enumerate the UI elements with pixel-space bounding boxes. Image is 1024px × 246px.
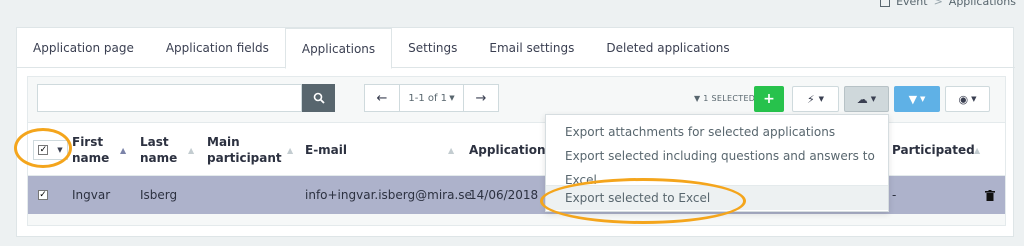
column-first-name-label: First name	[72, 135, 110, 165]
cell-email: info+ingvar.isberg@mira.se	[305, 188, 472, 202]
add-application-button[interactable]: +	[754, 86, 784, 112]
caret-down-icon: ▼	[57, 146, 63, 154]
arrow-right-icon: →	[475, 90, 487, 106]
caret-down-icon: ▼	[870, 95, 877, 103]
filter-button[interactable]: ▼ ▼	[894, 86, 940, 112]
search-input[interactable]	[37, 84, 302, 112]
delete-row-button[interactable]	[985, 176, 995, 214]
column-last-name-label: Last name	[140, 135, 178, 165]
column-participated[interactable]: Participated ▲	[892, 123, 982, 177]
tab-application-fields[interactable]: Application fields	[150, 28, 285, 69]
plus-icon: +	[763, 91, 775, 107]
checkbox-checked-icon: ✓	[38, 145, 49, 155]
select-all-checkbox[interactable]: ✓ ▼	[33, 140, 68, 160]
tab-bar: Application page Application fields Appl…	[17, 28, 1015, 69]
checkbox-checked-icon: ✓	[38, 190, 48, 200]
column-main-participant[interactable]: Main participant ▲	[207, 123, 297, 177]
filter-icon: ▼	[908, 92, 918, 106]
search-icon	[313, 92, 325, 104]
pagination: ← 1-1 of 1 ▼ →	[364, 84, 499, 112]
export-to-excel-item[interactable]: Export selected to Excel	[546, 186, 888, 210]
breadcrumb-event[interactable]: Event	[896, 0, 928, 8]
export-with-questions-item[interactable]: Export selected including questions and …	[546, 144, 888, 187]
filter-small-icon: ▼	[694, 94, 701, 103]
export-attachments-item[interactable]: Export attachments for selected applicat…	[546, 120, 888, 144]
column-last-name[interactable]: Last name ▲︎	[140, 123, 198, 177]
breadcrumb-separator: >	[933, 0, 943, 8]
eye-icon: ◉	[958, 92, 969, 106]
cell-participated: -	[892, 188, 897, 202]
trash-icon	[985, 189, 995, 201]
columns-visibility-button[interactable]: ◉ ▼	[945, 86, 990, 112]
tab-application-page[interactable]: Application page	[17, 28, 150, 69]
tab-settings[interactable]: Settings	[392, 28, 473, 69]
sort-icon: ▲	[448, 145, 455, 155]
column-first-name[interactable]: First name ▲	[72, 123, 127, 177]
sort-asc-icon: ▲	[120, 145, 127, 155]
bolt-icon: ⚡	[806, 92, 815, 106]
selected-count-label: 1 SELECTED	[703, 94, 756, 103]
breadcrumb-applications: Applications	[948, 0, 1016, 8]
page-select[interactable]: 1-1 of 1 ▼	[399, 85, 464, 111]
tab-deleted-applications[interactable]: Deleted applications	[590, 28, 745, 69]
calendar-icon	[880, 0, 891, 7]
search-button[interactable]	[302, 84, 335, 112]
sort-icon: ▲	[974, 145, 981, 155]
selected-count: ▼ 1 SELECTED	[694, 94, 755, 103]
cloud-download-icon: ☁	[856, 92, 868, 106]
page-label: 1-1 of 1	[408, 92, 448, 104]
column-main-participant-label: Main participant	[207, 135, 282, 165]
breadcrumb: Event > Applications	[880, 0, 1016, 8]
next-page-button[interactable]: →	[464, 85, 498, 111]
cell-first-name: Ingvar	[72, 188, 111, 202]
column-email-label: E-mail	[305, 143, 348, 157]
row-checkbox[interactable]: ✓	[38, 176, 48, 214]
export-dropdown-menu: Export attachments for selected applicat…	[545, 114, 889, 212]
cell-last-name: Isberg	[140, 188, 178, 202]
caret-down-icon: ▼	[818, 95, 825, 103]
caret-down-icon: ▼	[920, 95, 926, 103]
caret-down-icon: ▼	[447, 94, 455, 102]
cell-application-date: 14/06/2018	[469, 188, 539, 202]
prev-page-button[interactable]: ←	[365, 85, 399, 111]
sort-icon: ▲	[287, 145, 294, 155]
tab-email-settings[interactable]: Email settings	[473, 28, 590, 69]
export-button[interactable]: ☁ ▼	[844, 86, 889, 112]
actions-button[interactable]: ⚡ ▼	[792, 86, 839, 112]
caret-down-icon: ▼	[971, 95, 977, 103]
column-email[interactable]: E-mail ▲	[305, 123, 459, 177]
sort-icon: ▲︎	[188, 145, 195, 155]
column-participated-label: Participated	[892, 143, 975, 157]
tab-applications[interactable]: Applications	[284, 28, 393, 69]
arrow-left-icon: ←	[376, 90, 388, 106]
column-application-date[interactable]: Application da	[469, 123, 566, 177]
